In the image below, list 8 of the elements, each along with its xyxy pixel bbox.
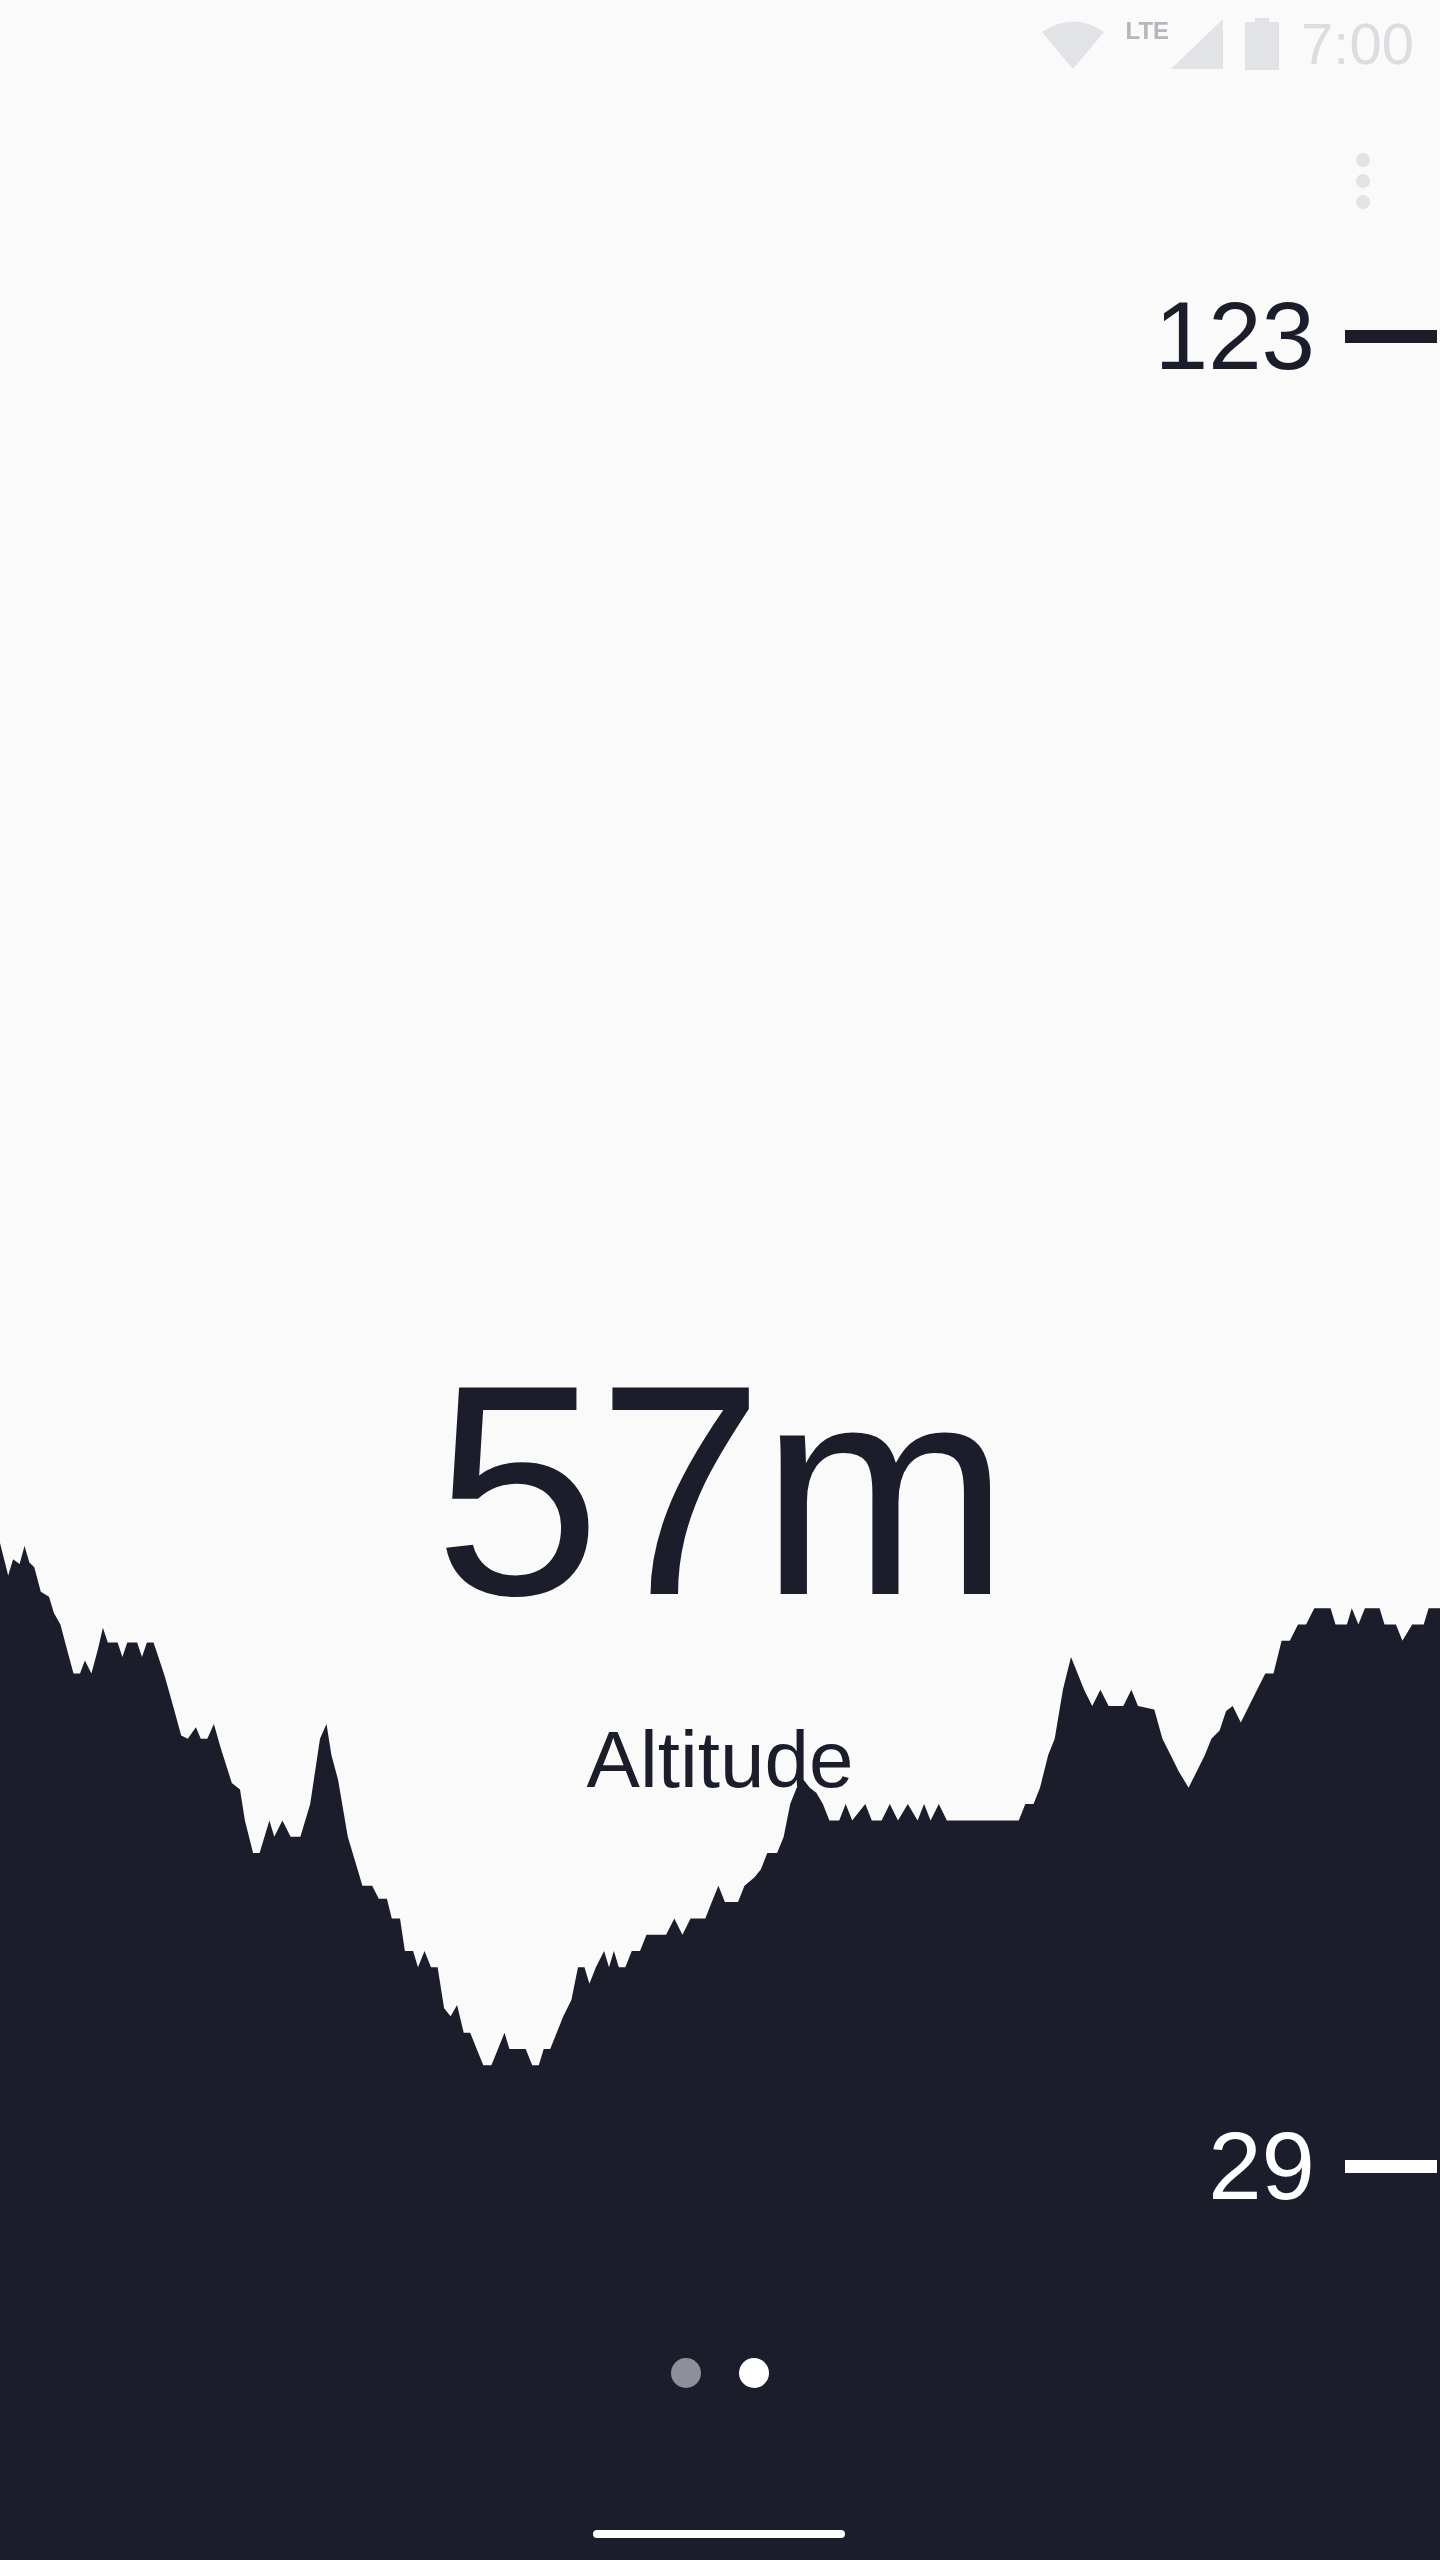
battery-icon <box>1245 18 1280 70</box>
scale-label: 29 <box>1208 2118 1315 2214</box>
wifi-icon <box>1041 19 1104 69</box>
altitude-label: Altitude <box>586 1720 854 1800</box>
scale-label: 123 <box>1154 288 1315 384</box>
signal-icon <box>1171 19 1224 69</box>
altitude-value: 57m <box>434 1340 1006 1640</box>
network-type-label: LTE <box>1125 19 1170 43</box>
